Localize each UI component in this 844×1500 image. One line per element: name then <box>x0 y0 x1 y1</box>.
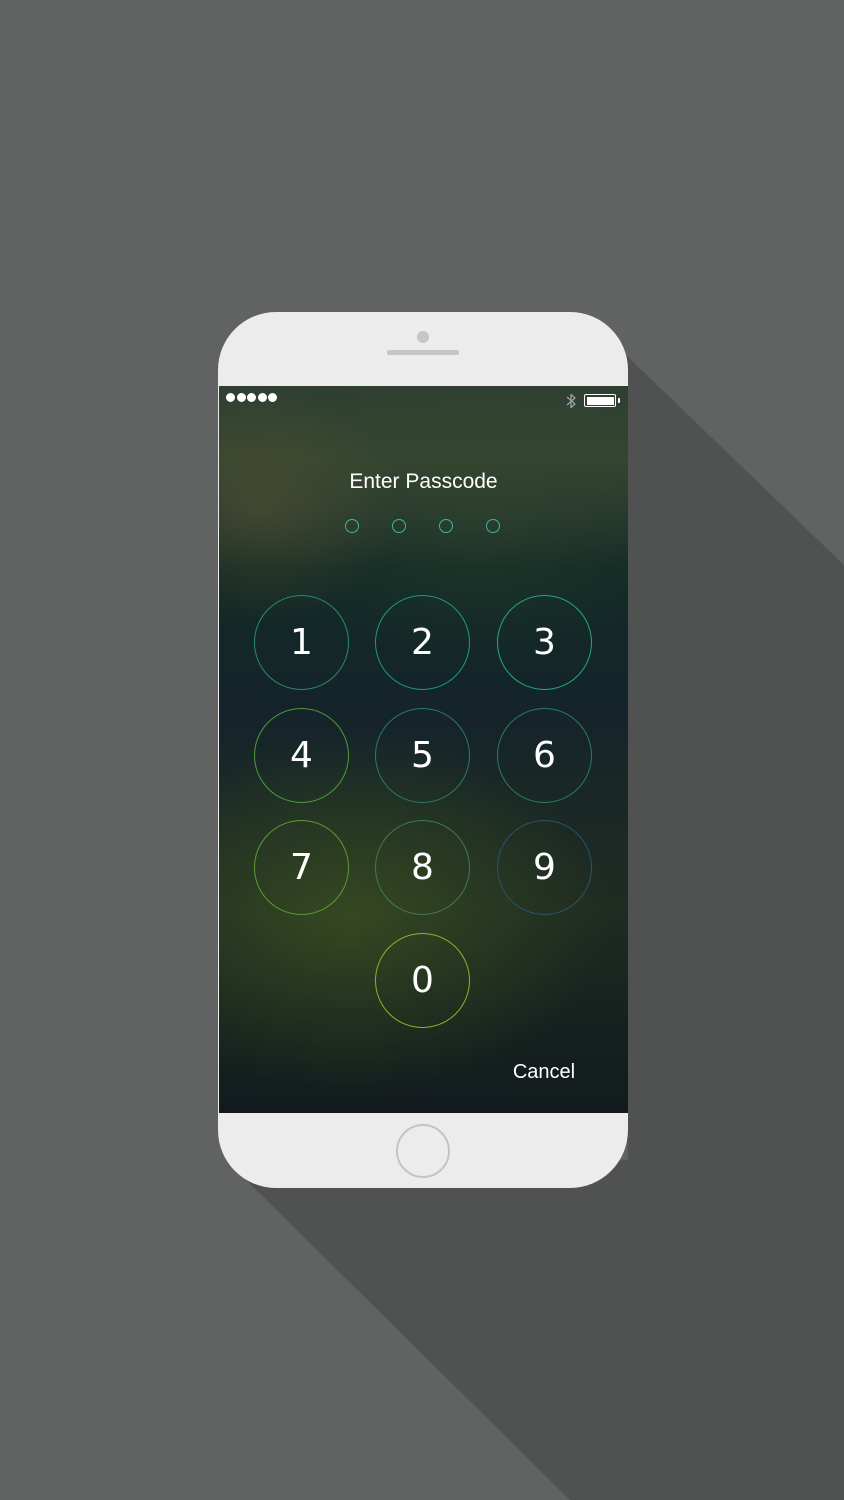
key-digit: 1 <box>290 622 313 663</box>
keypad-key-9[interactable]: 9 <box>497 820 592 915</box>
keypad-key-5[interactable]: 5 <box>375 708 470 803</box>
phone-frame: Enter Passcode 1 2 3 4 5 6 7 8 9 0 Cance… <box>218 312 628 1188</box>
passcode-dot <box>439 519 453 533</box>
key-digit: 5 <box>411 735 434 776</box>
keypad-key-1[interactable]: 1 <box>254 595 349 690</box>
keypad-key-6[interactable]: 6 <box>497 708 592 803</box>
keypad-key-0[interactable]: 0 <box>375 933 470 1028</box>
keypad-key-2[interactable]: 2 <box>375 595 470 690</box>
signal-dot <box>247 393 256 402</box>
keypad-key-7[interactable]: 7 <box>254 820 349 915</box>
keypad-key-8[interactable]: 8 <box>375 820 470 915</box>
earpiece-speaker <box>387 350 459 355</box>
signal-dot <box>268 393 277 402</box>
cancel-button[interactable]: Cancel <box>499 1061 589 1084</box>
key-digit: 6 <box>533 735 556 776</box>
passcode-indicator <box>345 519 505 535</box>
key-digit: 3 <box>533 622 556 663</box>
battery-level <box>586 396 614 405</box>
bluetooth-icon <box>566 393 576 409</box>
home-button[interactable] <box>396 1124 450 1178</box>
key-digit: 2 <box>411 622 434 663</box>
key-digit: 9 <box>533 847 556 888</box>
lock-screen: Enter Passcode 1 2 3 4 5 6 7 8 9 0 Cance… <box>219 386 628 1113</box>
battery-icon <box>584 394 616 407</box>
passcode-dot <box>392 519 406 533</box>
passcode-dot <box>345 519 359 533</box>
signal-dot <box>257 393 267 402</box>
signal-dot <box>236 393 246 402</box>
signal-strength-icon <box>226 393 277 402</box>
key-digit: 0 <box>411 960 434 1001</box>
keypad-key-3[interactable]: 3 <box>497 595 592 690</box>
key-digit: 8 <box>411 847 434 888</box>
enter-passcode-title: Enter Passcode <box>349 470 498 493</box>
front-camera-icon <box>417 331 429 343</box>
signal-dot <box>226 393 235 402</box>
keypad-key-4[interactable]: 4 <box>254 708 349 803</box>
key-digit: 7 <box>290 847 313 888</box>
passcode-dot <box>486 519 500 533</box>
key-digit: 4 <box>290 735 313 776</box>
battery-tip <box>618 398 620 403</box>
stage: Enter Passcode 1 2 3 4 5 6 7 8 9 0 Cance… <box>0 0 844 1500</box>
